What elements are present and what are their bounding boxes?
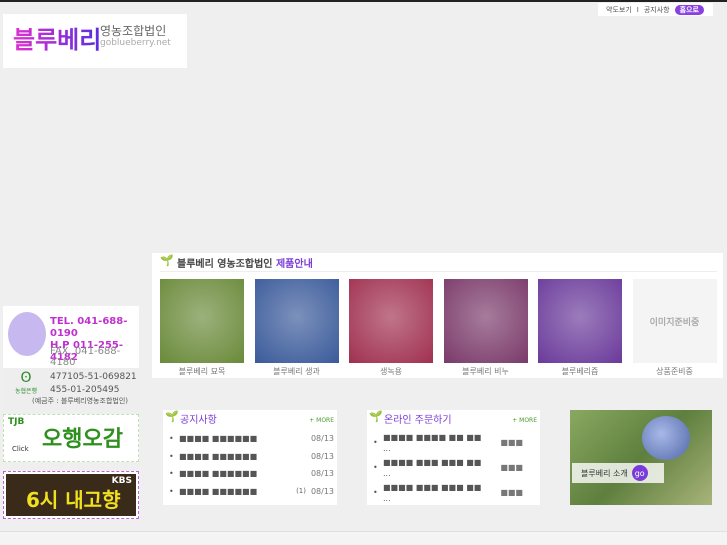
logo-name: 블루베리 bbox=[13, 20, 101, 55]
sprout-icon: 🌱 bbox=[165, 410, 179, 423]
order-box: 🌱 온라인 주문하기 + MORE • ■■■■ ■■■■ ■■ ■■ ... ■■… bbox=[367, 410, 540, 505]
section-title: 블루베리 영농조합법인 제품안내 bbox=[177, 259, 313, 270]
product-item[interactable]: 블루베리 생과 bbox=[254, 279, 339, 377]
account-owner: (예금주 : 블루베리영농조합법인) bbox=[32, 397, 128, 405]
logo-corp: 영농조합법인 bbox=[100, 24, 167, 38]
bullet: • bbox=[169, 451, 174, 461]
bank-banner: ʘ 농협은행 477105-51-069821 455-01-205495 (예금주… bbox=[3, 368, 139, 410]
product-item[interactable]: 블루베리 비누 bbox=[443, 279, 528, 377]
item-title[interactable]: ■■■■ ■■■■■■ bbox=[179, 434, 306, 443]
product-label[interactable]: 블루베리 묘목 bbox=[160, 366, 244, 377]
notice-title[interactable]: 공지사항 bbox=[180, 411, 217, 426]
item-title[interactable]: ■■■■ ■■■■ ■■ ■■ ... bbox=[383, 432, 483, 454]
product-label[interactable]: 블루베리즙 bbox=[538, 366, 622, 377]
list-item[interactable]: • ■■■■ ■■■■■■ (1) 08/13 bbox=[169, 483, 334, 501]
list-item[interactable]: • ■■■■ ■■■■■■ 08/13 bbox=[169, 430, 334, 448]
nh-bank-logo: ʘ 농협은행 bbox=[14, 370, 38, 395]
show-title: 6시 내고향 bbox=[26, 488, 121, 512]
list-item[interactable]: • ■■■■ ■■■■■■ 08/13 bbox=[169, 465, 334, 483]
item-date: 08/13 bbox=[310, 451, 334, 461]
home-button[interactable]: 홈으로 bbox=[674, 4, 704, 15]
footer bbox=[0, 531, 727, 545]
site-logo[interactable]: 블루베리 영농조합법인 goblueberry.net bbox=[3, 14, 187, 68]
product-image[interactable] bbox=[538, 279, 622, 363]
product-image[interactable] bbox=[349, 279, 433, 363]
product-item[interactable]: 블루베리즙 bbox=[538, 279, 622, 377]
order-title[interactable]: 온라인 주문하기 bbox=[384, 411, 452, 426]
product-item[interactable]: 생녹용 bbox=[349, 279, 433, 377]
item-status: ■■■ bbox=[500, 463, 523, 472]
tjb-banner[interactable]: TJB Click 오행오감 bbox=[3, 414, 139, 462]
bullet: • bbox=[373, 463, 378, 472]
contact-banner: TEL. 041-688-0190 H.P 011-255-4182 FAX. 0… bbox=[3, 306, 139, 368]
notice-link[interactable]: 공지사항 bbox=[644, 5, 670, 15]
logo-url: goblueberry.net bbox=[100, 38, 171, 48]
bullet: • bbox=[169, 486, 174, 496]
notice-box: 🌱 공지사항 + MORE • ■■■■ ■■■■■■ 08/13 • ■■■■ ■■■… bbox=[163, 410, 337, 505]
product-label[interactable]: 생녹용 bbox=[349, 366, 433, 377]
list-item[interactable]: • ■■■■ ■■■ ■■■ ■■ ... ■■■ bbox=[373, 480, 537, 505]
product-image[interactable] bbox=[254, 279, 339, 363]
bullet: • bbox=[169, 434, 174, 444]
item-date: 08/13 bbox=[310, 486, 334, 496]
item-title[interactable]: ■■■■ ■■■■■■ bbox=[179, 452, 306, 461]
item-date: 08/13 bbox=[310, 434, 334, 444]
product-section: 🌱 블루베리 영농조합법인 제품안내 블루베리 묘목 블루베리 생과 생녹용 블루베리… bbox=[152, 253, 723, 378]
intro-label: 블루베리 소개 bbox=[581, 468, 628, 478]
item-title[interactable]: ■■■■ ■■■■■■ bbox=[179, 469, 306, 478]
product-image[interactable] bbox=[160, 279, 244, 363]
telephone-icon bbox=[8, 312, 46, 356]
top-border bbox=[0, 0, 727, 2]
item-title[interactable]: ■■■■ ■■■ ■■■ ■■ ... bbox=[383, 457, 483, 479]
item-title[interactable]: ■■■■ ■■■ ■■■ ■■ ... bbox=[383, 482, 483, 504]
product-label[interactable]: 상품준비중 bbox=[633, 366, 717, 377]
blueberry-intro-banner[interactable]: 블루베리 소개 go bbox=[570, 410, 712, 505]
top-nav: 약도보기 I 공지사항 홈으로 bbox=[598, 3, 713, 16]
item-title[interactable]: ■■■■ ■■■■■■ bbox=[179, 487, 296, 496]
fax-number: FAX. 041-688-4180 bbox=[50, 346, 121, 368]
nav-separator: I bbox=[636, 5, 639, 14]
list-item[interactable]: • ■■■■ ■■■ ■■■ ■■ ... ■■■ bbox=[373, 455, 537, 480]
bullet: • bbox=[169, 469, 174, 479]
list-item[interactable]: • ■■■■ ■■■■■■ 08/13 bbox=[169, 448, 334, 466]
left-banners: TEL. 041-688-0190 H.P 011-255-4182 FAX. 0… bbox=[3, 306, 139, 519]
tjb-logo: TJB bbox=[8, 417, 25, 427]
notice-more-link[interactable]: + MORE bbox=[309, 417, 334, 424]
product-label[interactable]: 블루베리 생과 bbox=[255, 366, 339, 377]
map-link[interactable]: 약도보기 bbox=[606, 5, 632, 15]
sprout-icon: 🌱 bbox=[369, 410, 383, 423]
bullet: • bbox=[373, 438, 378, 447]
comment-count: (1) bbox=[296, 487, 306, 496]
item-date: 08/13 bbox=[310, 469, 334, 479]
click-label: Click bbox=[12, 445, 29, 453]
item-status: ■■■ bbox=[500, 438, 523, 447]
list-item[interactable]: • ■■■■ ■■■■ ■■ ■■ ... ■■■ bbox=[373, 430, 537, 455]
divider bbox=[160, 271, 717, 272]
account-1: 477105-51-069821 bbox=[50, 372, 137, 382]
product-image[interactable]: 이미지준비중 bbox=[632, 279, 717, 363]
item-status: ■■■ bbox=[500, 488, 523, 497]
product-item[interactable]: 이미지준비중상품준비중 bbox=[632, 279, 717, 377]
blueberry-image bbox=[642, 416, 690, 460]
order-more-link[interactable]: + MORE bbox=[512, 417, 537, 424]
sprout-icon: 🌱 bbox=[160, 254, 174, 267]
product-image[interactable] bbox=[443, 279, 528, 363]
bullet: • bbox=[373, 488, 378, 497]
product-label[interactable]: 블루베리 비누 bbox=[444, 366, 528, 377]
show-title: 오행오감 bbox=[42, 427, 123, 452]
go-button[interactable]: go bbox=[631, 465, 648, 481]
tel-number: TEL. 041-688-0190 bbox=[50, 316, 128, 339]
kbs-banner[interactable]: KBS 6시 내고향 bbox=[3, 471, 139, 519]
product-item[interactable]: 블루베리 묘목 bbox=[160, 279, 244, 377]
